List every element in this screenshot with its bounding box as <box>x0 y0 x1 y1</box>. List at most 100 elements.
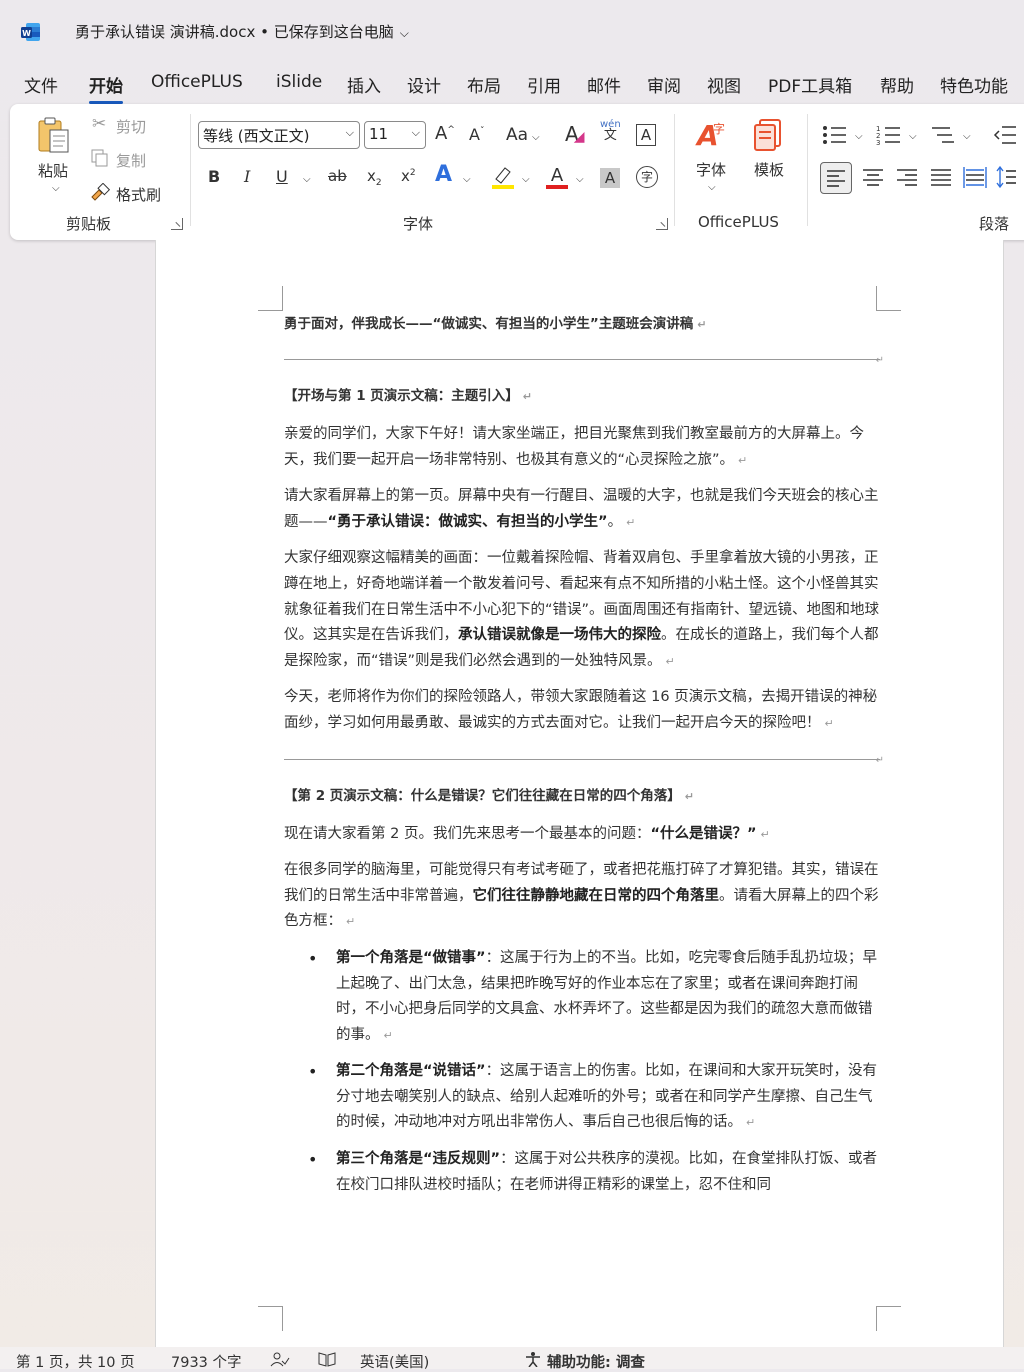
distributed-icon[interactable] <box>960 162 990 196</box>
underline-icon[interactable]: U <box>276 167 288 186</box>
grow-font-icon[interactable]: A^ <box>435 123 455 144</box>
font-name-combo[interactable]: 等线 (西文正文) ⌵ <box>198 121 360 149</box>
tab-officeplus[interactable]: OfficePLUS <box>151 72 243 92</box>
bold-text: 它们往往静静地藏在日常的四个角落里 <box>472 887 720 904</box>
bold-icon[interactable]: B <box>208 167 220 186</box>
multilevel-list-icon[interactable] <box>930 124 956 150</box>
accessibility-icon[interactable] <box>523 1351 543 1371</box>
document-title[interactable]: 勇于承认错误 演讲稿.docx • 已保存到这台电脑 ⌵ <box>75 21 409 42</box>
clipboard-launcher-icon[interactable] <box>171 218 183 230</box>
strikethrough-icon[interactable]: ab <box>328 167 347 185</box>
cut-button[interactable]: 剪切 <box>116 116 146 137</box>
chevron-down-icon[interactable]: ⌵ <box>463 174 471 185</box>
tab-references[interactable]: 引用 <box>527 72 561 97</box>
proofing-icon[interactable] <box>270 1351 290 1371</box>
paragraph: 在很多同学的脑海里，可能觉得只有考试考砸了，或者把花瓶打碎了才算犯错。其实，错误… <box>284 858 880 935</box>
font-group-label: 字体 <box>403 215 434 233</box>
paragraph-mark: ↵ <box>746 1116 756 1130</box>
decrease-indent-icon[interactable] <box>992 124 1018 150</box>
officeplus-font-button[interactable]: 字体 <box>696 159 726 180</box>
line-spacing-icon[interactable] <box>996 162 1016 196</box>
paragraph-mark: ↵ <box>824 716 834 730</box>
corner-mark <box>876 1306 901 1331</box>
chevron-down-icon: ⌵ <box>345 126 354 139</box>
align-left-icon[interactable] <box>820 162 852 194</box>
chevron-down-icon[interactable]: ⌵ <box>522 174 530 185</box>
paragraph-mark: ↵ <box>684 789 695 803</box>
character-border-icon[interactable]: A <box>636 124 656 146</box>
tab-help[interactable]: 帮助 <box>880 72 914 97</box>
tab-review[interactable]: 审阅 <box>647 72 681 97</box>
chevron-down-icon[interactable]: ⌵ <box>963 131 971 142</box>
document-body[interactable]: 勇于面对，伴我成长——“做诚实、有担当的小学生”主题班会演讲稿↵ 【开场与第 1… <box>284 312 884 1209</box>
chevron-down-icon[interactable]: ⌵ <box>855 131 863 142</box>
change-case-button[interactable]: Aa ⌵ <box>506 125 540 145</box>
horizontal-rule <box>284 748 884 773</box>
tab-islide[interactable]: iSlide <box>276 72 322 92</box>
paste-button[interactable]: 粘贴 <box>38 160 68 181</box>
tab-design[interactable]: 设计 <box>407 72 441 97</box>
highlight-swatch <box>492 185 514 189</box>
paragraph-mark: ↵ <box>760 827 770 841</box>
subscript-icon[interactable]: x2 <box>367 167 382 188</box>
paste-icon[interactable] <box>36 116 72 160</box>
highlight-color-icon[interactable] <box>491 164 515 194</box>
tab-insert[interactable]: 插入 <box>347 72 381 97</box>
list-item: 第一个角落是“做错事”：这属于行为上的不当。比如，吃完零食后随手乱扔垃圾；早上起… <box>284 946 880 1048</box>
shrink-font-icon[interactable]: Aˇ <box>469 125 484 144</box>
read-mode-icon[interactable] <box>317 1351 337 1371</box>
chevron-down-icon[interactable]: ⌵ <box>303 174 311 185</box>
paragraph-mark: ↵ <box>346 915 356 929</box>
font-size-combo[interactable]: 11 ⌵ <box>364 121 426 149</box>
tab-home[interactable]: 开始 <box>89 72 123 104</box>
justify-icon[interactable] <box>926 162 956 196</box>
tab-file[interactable]: 文件 <box>24 72 58 97</box>
paragraph-mark: ↵ <box>522 390 533 403</box>
font-launcher-icon[interactable] <box>656 218 668 230</box>
officeplus-template-button[interactable]: 模板 <box>754 159 784 180</box>
paste-dropdown-icon[interactable]: ⌵ <box>52 183 60 194</box>
svg-text:3: 3 <box>876 139 880 146</box>
tab-mailings[interactable]: 邮件 <box>587 72 621 97</box>
clear-formatting-icon[interactable]: A◢ <box>565 122 584 146</box>
numbering-icon[interactable]: 123 <box>876 124 902 150</box>
horizontal-rule <box>284 348 884 374</box>
paragraph-text: 现在请大家看第 2 页。我们先来思考一个最基本的问题： <box>284 825 651 842</box>
ribbon: 粘贴 ⌵ ✂ 剪切 复制 格式刷 剪贴板 等线 (西文正文) ⌵ 11 ⌵ A^… <box>10 104 1024 240</box>
bold-text: 第一个角落是“做错事” <box>336 949 486 966</box>
chevron-down-icon[interactable]: ⌵ <box>576 174 584 185</box>
chevron-down-icon: ⌵ <box>532 132 540 143</box>
format-painter-icon <box>90 182 111 205</box>
ribbon-tabs: 文件 开始 OfficePLUS iSlide 插入 设计 布局 引用 邮件 审… <box>0 68 1024 104</box>
officeplus-group-label: OfficePLUS <box>698 213 779 231</box>
format-painter-button[interactable]: 格式刷 <box>116 184 161 205</box>
section-heading: 【第 2 页演示文稿：什么是错误？它们往往藏在日常的四个角落】 ↵ <box>284 784 880 809</box>
italic-icon[interactable]: I <box>244 167 250 186</box>
status-bar: 第 1 页，共 10 页 7933 个字 英语(美国) 辅助功能: 调查 <box>0 1347 1024 1371</box>
officeplus-template-icon <box>752 118 786 156</box>
document-page[interactable]: 勇于面对，伴我成长——“做诚实、有担当的小学生”主题班会演讲稿↵ 【开场与第 1… <box>155 240 1004 1347</box>
paragraph-mark: ↵ <box>738 453 748 467</box>
tab-pdf-tools[interactable]: PDF工具箱 <box>768 72 852 97</box>
enclose-characters-icon[interactable]: 字 <box>636 166 658 188</box>
text-effects-icon[interactable]: A <box>435 162 452 187</box>
copy-button[interactable]: 复制 <box>116 150 146 171</box>
paragraph: 请大家看屏幕上的第一页。屏幕中央有一行醒目、温暖的大字，也就是我们今天班会的核心… <box>284 484 880 535</box>
character-shading-icon[interactable]: A <box>600 168 620 188</box>
superscript-icon[interactable]: x2 <box>401 167 416 185</box>
bullets-icon[interactable] <box>822 124 848 150</box>
svg-text:字: 字 <box>713 121 725 136</box>
tab-layout[interactable]: 布局 <box>467 72 501 97</box>
paragraph-mark: ↵ <box>665 654 675 668</box>
chevron-down-icon[interactable]: ⌵ <box>909 131 917 142</box>
align-center-icon[interactable] <box>858 162 888 196</box>
phonetic-guide-icon[interactable]: wén 文 <box>600 119 621 142</box>
chevron-down-icon[interactable]: ⌵ <box>400 26 409 41</box>
font-color-icon[interactable]: A <box>545 164 569 194</box>
tab-special-features[interactable]: 特色功能 <box>940 72 1008 97</box>
chevron-down-icon[interactable]: ⌵ <box>708 182 716 193</box>
svg-text:A: A <box>551 165 564 186</box>
tab-view[interactable]: 视图 <box>707 72 741 97</box>
align-right-icon[interactable] <box>892 162 922 196</box>
font-name-value: 等线 (西文正文) <box>203 127 310 145</box>
